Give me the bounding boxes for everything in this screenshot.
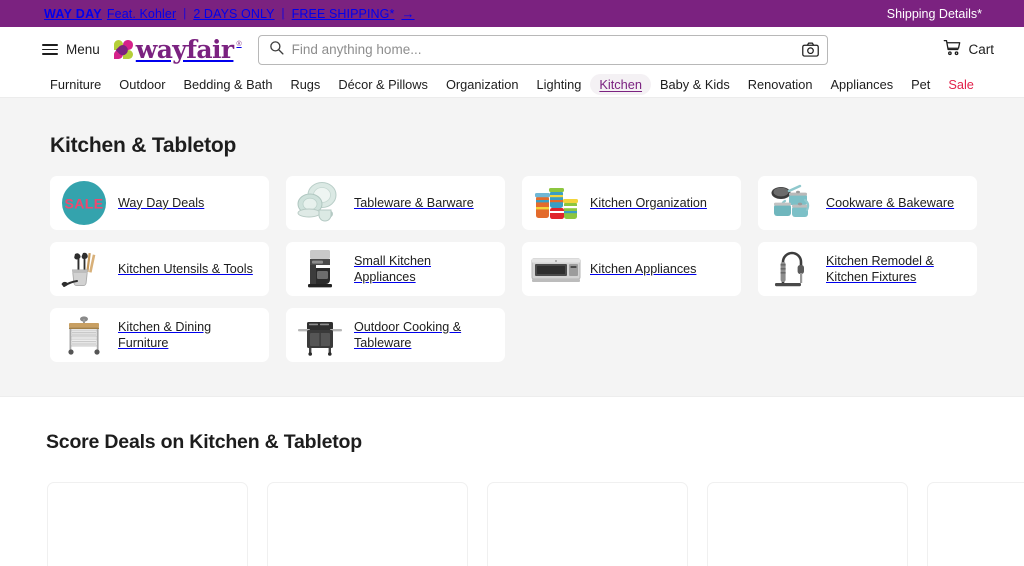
wayfair-clover-icon: [113, 40, 133, 59]
kitchen-tabletop-section: Kitchen & Tabletop SALE Way Day Deals Ta…: [0, 98, 1024, 397]
score-deals-section: Score Deals on Kitchen & Tabletop: [0, 397, 1024, 566]
promo-detail-shipping: FREE SHIPPING*: [291, 6, 395, 21]
cookware-set-icon: [766, 178, 818, 228]
product-card-placeholder[interactable]: [487, 482, 688, 566]
nav-item-kitchen[interactable]: Kitchen: [590, 73, 652, 96]
promo-feature: Feat. Kohler: [106, 6, 177, 21]
nav-item-appliances[interactable]: Appliances: [821, 74, 902, 95]
camera-search-icon[interactable]: [801, 42, 819, 57]
cart-icon: [943, 39, 961, 61]
utensil-crock-icon: [58, 244, 110, 294]
category-tile-label: Kitchen Utensils & Tools: [118, 261, 253, 276]
coffee-maker-icon: [294, 244, 346, 294]
nav-item-outdoor[interactable]: Outdoor: [110, 74, 174, 95]
menu-button-label: Menu: [66, 42, 100, 57]
nav-item-furniture[interactable]: Furniture: [41, 74, 110, 95]
category-tile-kitchen-remodel-fixtures[interactable]: Kitchen Remodel & Kitchen Fixtures: [758, 242, 977, 296]
category-tile-label: Cookware & Bakeware: [826, 195, 955, 210]
category-tile-outdoor-cooking-tableware[interactable]: Outdoor Cooking & Tableware: [286, 308, 505, 362]
page-title: Kitchen & Tabletop: [50, 134, 237, 157]
promo-detail-days: 2 DAYS ONLY: [193, 6, 275, 21]
nav-item-baby-kids[interactable]: Baby & Kids: [651, 74, 739, 95]
category-tile-label: Outdoor Cooking & Tableware: [354, 319, 462, 350]
nav-item-sale[interactable]: Sale: [939, 74, 983, 95]
product-card-row: [47, 482, 1024, 566]
arrow-right-icon: →: [401, 6, 415, 21]
nav-item-rugs[interactable]: Rugs: [281, 74, 329, 95]
wayfair-logo-trademark: ®: [236, 41, 242, 48]
category-tile-cookware-bakeware[interactable]: Cookware & Bakeware: [758, 176, 977, 230]
search-bar[interactable]: [257, 34, 828, 65]
category-tile-small-kitchen-appliances[interactable]: Small Kitchen Appliances: [286, 242, 505, 296]
nav-item-renovation[interactable]: Renovation: [739, 74, 822, 95]
product-card-placeholder[interactable]: [267, 482, 468, 566]
cart-label: Cart: [968, 42, 994, 57]
wayfair-logo-text: wayfair: [135, 35, 234, 64]
deals-section-title: Score Deals on Kitchen & Tabletop: [46, 431, 362, 453]
category-tile-way-day-deals[interactable]: SALE Way Day Deals: [50, 176, 269, 230]
category-tile-label: Kitchen Organization: [590, 195, 707, 210]
grill-icon: [294, 310, 346, 360]
product-card-placeholder[interactable]: [707, 482, 908, 566]
shipping-details-link[interactable]: Shipping Details*: [887, 7, 982, 21]
product-card-placeholder[interactable]: [927, 482, 1024, 566]
search-icon: [269, 40, 284, 60]
category-tile-label: Kitchen Remodel & Kitchen Fixtures: [826, 253, 934, 284]
promo-separator-1: |: [183, 7, 187, 20]
nav-item-bedding-bath[interactable]: Bedding & Bath: [175, 74, 282, 95]
nav-item-organization[interactable]: Organization: [437, 74, 528, 95]
category-tile-label: Way Day Deals: [118, 195, 205, 210]
product-card-placeholder[interactable]: [47, 482, 248, 566]
category-tile-label: Tableware & Barware: [354, 195, 474, 210]
microwave-icon: [530, 244, 582, 294]
kitchen-cart-icon: [58, 310, 110, 360]
cart-button[interactable]: Cart: [943, 39, 994, 61]
dinnerware-icon: [294, 178, 346, 228]
category-tile-label: Small Kitchen Appliances: [354, 253, 431, 284]
nav-item-lighting[interactable]: Lighting: [528, 74, 591, 95]
category-tile-tableware-barware[interactable]: Tableware & Barware: [286, 176, 505, 230]
promo-banner-link[interactable]: WAY DAY Feat. Kohler | 2 DAYS ONLY | FRE…: [0, 6, 1024, 21]
category-nav: Furniture Outdoor Bedding & Bath Rugs Dé…: [0, 72, 1024, 98]
sale-badge-icon: SALE: [58, 178, 110, 228]
category-tile-kitchen-dining-furniture[interactable]: Kitchen & Dining Furniture: [50, 308, 269, 362]
category-tile-kitchen-appliances[interactable]: Kitchen Appliances: [522, 242, 741, 296]
wayfair-logo[interactable]: wayfair ®: [113, 35, 242, 64]
category-tile-kitchen-organization[interactable]: Kitchen Organization: [522, 176, 741, 230]
svg-text:SALE: SALE: [65, 196, 104, 212]
hamburger-icon: [42, 44, 58, 55]
nav-item-decor-pillows[interactable]: Décor & Pillows: [329, 74, 437, 95]
category-tile-grid: SALE Way Day Deals Tableware & Barware K…: [50, 176, 1024, 362]
search-input[interactable]: [291, 42, 794, 57]
promo-headline: WAY DAY: [44, 6, 102, 21]
category-tile-kitchen-utensils-tools[interactable]: Kitchen Utensils & Tools: [50, 242, 269, 296]
category-tile-label: Kitchen Appliances: [590, 261, 697, 276]
category-tile-label: Kitchen & Dining Furniture: [118, 319, 212, 350]
faucet-icon: [766, 244, 818, 294]
promo-separator-2: |: [281, 7, 285, 20]
promo-banner: WAY DAY Feat. Kohler | 2 DAYS ONLY | FRE…: [0, 0, 1024, 27]
nav-item-pet[interactable]: Pet: [902, 74, 939, 95]
menu-button[interactable]: Menu: [42, 42, 100, 57]
canisters-icon: [530, 178, 582, 228]
site-header: Menu wayfair ® Find anything home... Car…: [0, 27, 1024, 72]
